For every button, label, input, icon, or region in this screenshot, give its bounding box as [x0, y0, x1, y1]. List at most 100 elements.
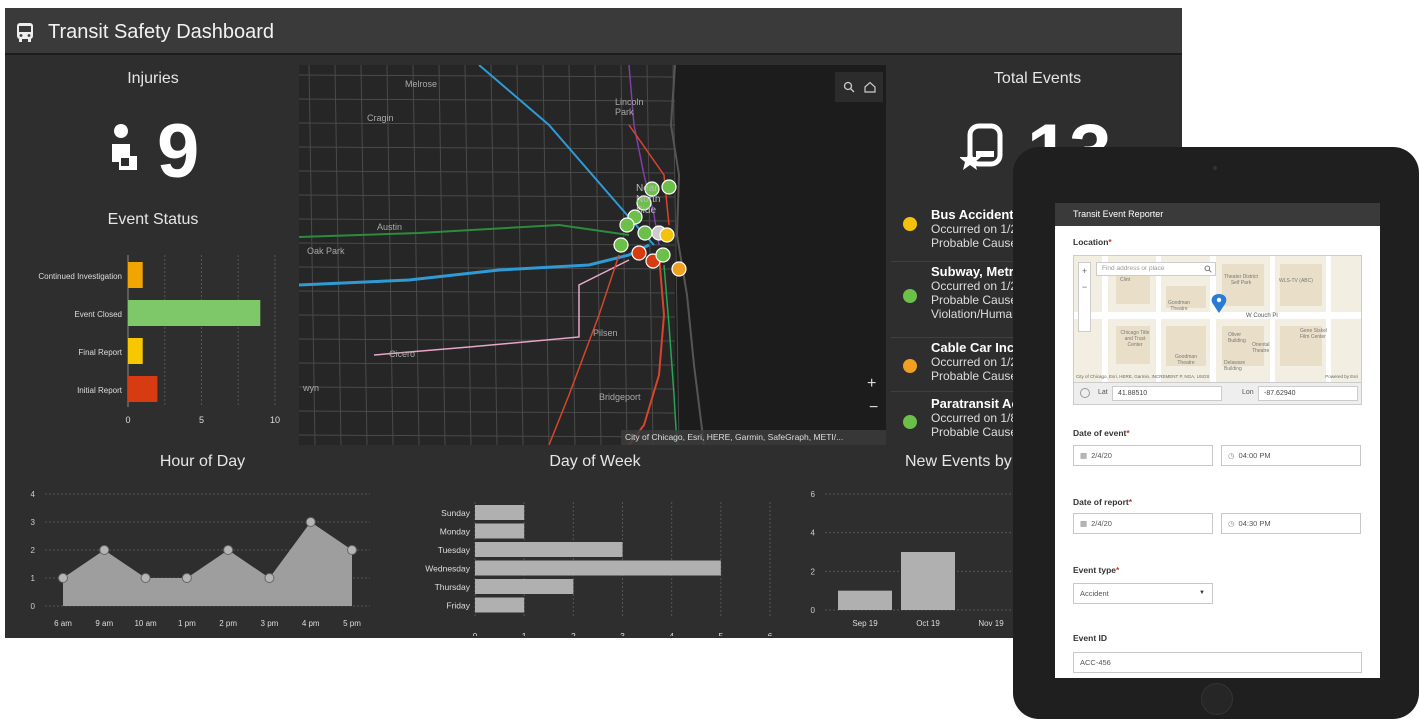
clock-icon: ◷	[1228, 519, 1235, 528]
subway-icon	[903, 289, 917, 303]
map-street	[299, 266, 676, 270]
tick-label: 5	[718, 631, 723, 636]
map-label: Pilsen	[593, 328, 618, 338]
map-street	[299, 122, 676, 126]
coordinates-bar: Lat 41.88510 Lon -87.62940	[1073, 383, 1362, 405]
zoom-in-button[interactable]: +	[867, 375, 876, 393]
event-marker	[619, 217, 635, 233]
data-point	[99, 545, 110, 555]
map-attribution: City of Chicago, Esri, HERE, Garmin, INC…	[1076, 374, 1210, 379]
report-time-value: 04:30 PM	[1238, 519, 1271, 528]
app-header: Transit Event Reporter	[1055, 203, 1380, 226]
cable-car-icon	[903, 359, 917, 373]
location-label: Location*	[1073, 237, 1112, 247]
dashboard-window: Transit Safety Dashboard Injuries 9 Even…	[5, 8, 1182, 638]
map-label: Lincoln Park	[615, 97, 644, 117]
tick-label: 4	[811, 529, 816, 538]
injuries-title: Injuries	[127, 70, 179, 87]
map-street	[299, 74, 676, 78]
camera	[1213, 166, 1217, 170]
report-time-input[interactable]: ◷ 04:30 PM	[1221, 513, 1361, 534]
tick-label: Tuesday	[438, 545, 471, 555]
event-type-select[interactable]: Accident ▼	[1073, 583, 1213, 604]
bus-icon	[17, 23, 33, 42]
map-label: Near North Side	[636, 183, 661, 216]
map-label: Melrose	[405, 79, 438, 89]
tablet-device: Transit Event Reporter Location* + − Fin…	[1013, 147, 1419, 719]
tick-label: Thursday	[435, 582, 471, 592]
tick-label: 1 pm	[178, 619, 196, 628]
tick-label: 0	[473, 631, 478, 636]
tick-label: 6 am	[54, 619, 72, 628]
calendar-icon: ▦	[1080, 451, 1088, 460]
day-of-week-title: Day of Week	[549, 453, 641, 470]
chevron-down-icon: ▼	[1199, 590, 1205, 596]
tick-label: 6	[768, 631, 773, 636]
map-zoom-controls[interactable]: + −	[1078, 262, 1091, 332]
report-date-input[interactable]: ▦ 2/4/20	[1073, 513, 1213, 534]
map-label: Gene Siskel Film Center	[1300, 328, 1327, 340]
bus-star-icon	[960, 123, 1003, 170]
bar	[475, 542, 623, 557]
map-search-input[interactable]: Find address or place	[1096, 262, 1216, 276]
tick-label: 3	[31, 518, 36, 527]
locate-icon[interactable]	[1080, 388, 1090, 398]
event-id-input[interactable]: ACC-456	[1073, 652, 1362, 673]
tick-label: 2	[811, 567, 816, 576]
bar	[838, 590, 892, 610]
map-label: Theater District Self Park	[1224, 274, 1258, 286]
map-street	[299, 338, 676, 342]
tick-label: 0	[31, 602, 36, 611]
event-date-input[interactable]: ▦ 2/4/20	[1073, 445, 1213, 466]
map-street	[299, 362, 676, 366]
map-label: Cragin	[367, 113, 394, 123]
tick-label: 1	[31, 574, 36, 583]
tick-label: 5 pm	[343, 619, 361, 628]
page-title: Transit Safety Dashboard	[48, 21, 275, 43]
lon-input[interactable]: -87.62940	[1258, 386, 1358, 401]
bar	[475, 579, 574, 594]
bar	[475, 523, 525, 539]
tick-label: 2 pm	[219, 619, 237, 628]
tick-label: 2	[571, 631, 576, 636]
event-marker	[637, 225, 653, 241]
tick-label: 4	[669, 631, 674, 636]
event-status-chart: Continued Investigation Event Closed Final…	[38, 255, 280, 425]
event-type-value: Accident	[1080, 589, 1109, 598]
injuries-count: 9	[157, 109, 200, 194]
tick-label: 3 pm	[261, 619, 279, 628]
tick-label: 0	[125, 415, 130, 425]
tick-label: Oct 19	[916, 619, 940, 628]
map-powered-by: Powered by Esri	[1325, 374, 1358, 379]
search-icon[interactable]	[843, 81, 855, 93]
map-street	[299, 218, 676, 222]
map-toolbar	[835, 72, 883, 102]
event-type-label: Event type*	[1073, 565, 1120, 575]
map-label: Clint	[1120, 277, 1131, 283]
data-point	[140, 573, 151, 583]
map-street	[299, 434, 676, 438]
map-label: Austin	[377, 222, 403, 232]
location-map[interactable]: + − Find address or place Clint Goodman T…	[1073, 255, 1362, 383]
area-series	[63, 522, 352, 606]
map-view[interactable]: Melrose Cragin Lincoln Park Near North S…	[299, 65, 886, 445]
lat-input[interactable]: 41.88510	[1112, 386, 1222, 401]
tick-label: Final Report	[78, 348, 122, 357]
event-marker	[659, 227, 675, 243]
tablet-screen: Transit Event Reporter Location* + − Fin…	[1055, 203, 1380, 678]
tick-label: Wednesday	[425, 564, 470, 574]
home-button[interactable]	[1201, 683, 1233, 715]
search-icon[interactable]	[1204, 265, 1212, 273]
tick-label: 1	[522, 631, 527, 636]
map-label: Oliver Building	[1228, 332, 1246, 344]
zoom-out-button[interactable]: −	[869, 399, 878, 417]
bar	[901, 552, 955, 610]
tick-label: Continued Investigation	[38, 272, 122, 281]
bar	[475, 505, 525, 520]
event-date-value: 2/4/20	[1091, 451, 1112, 460]
map-label: wyn	[303, 383, 320, 393]
home-icon[interactable]	[864, 81, 876, 93]
tick-label: 6	[811, 490, 816, 499]
event-time-input[interactable]: ◷ 04:00 PM	[1221, 445, 1361, 466]
tick-label: 9 am	[95, 619, 113, 628]
